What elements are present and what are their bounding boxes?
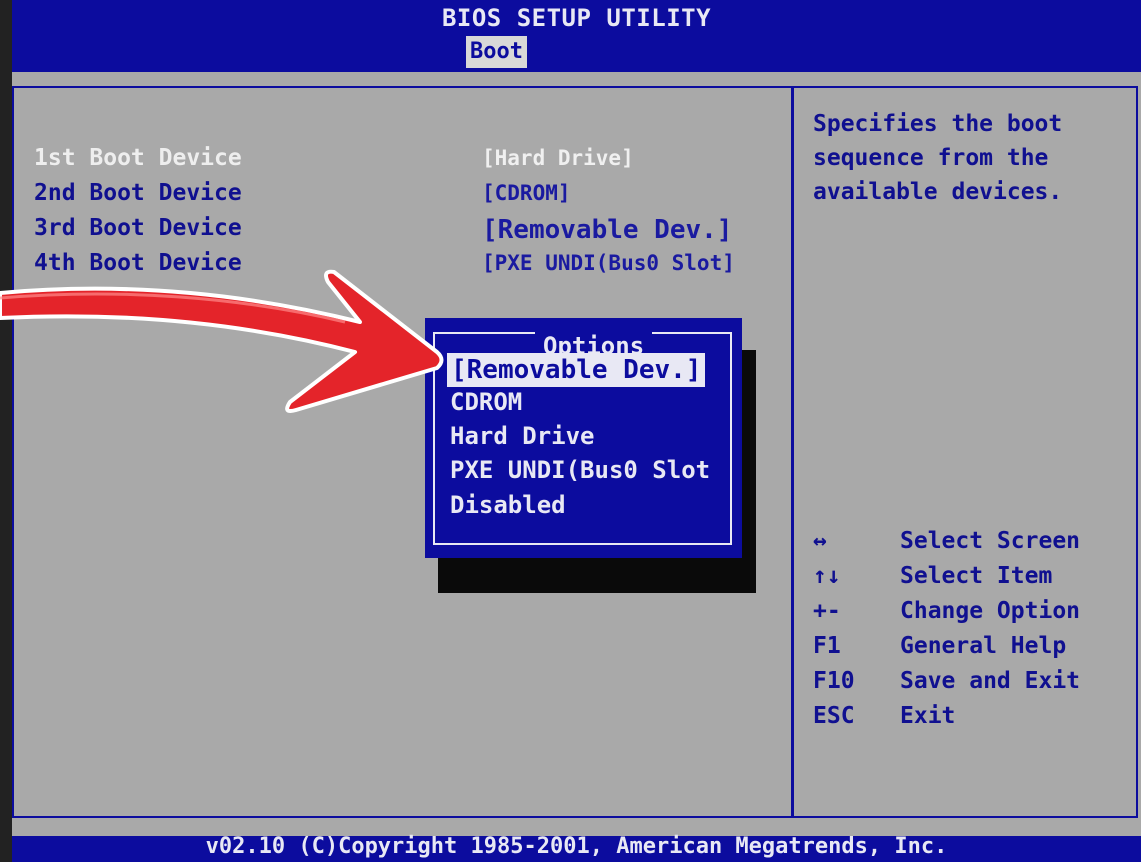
- red-arrow-icon: [0, 269, 444, 413]
